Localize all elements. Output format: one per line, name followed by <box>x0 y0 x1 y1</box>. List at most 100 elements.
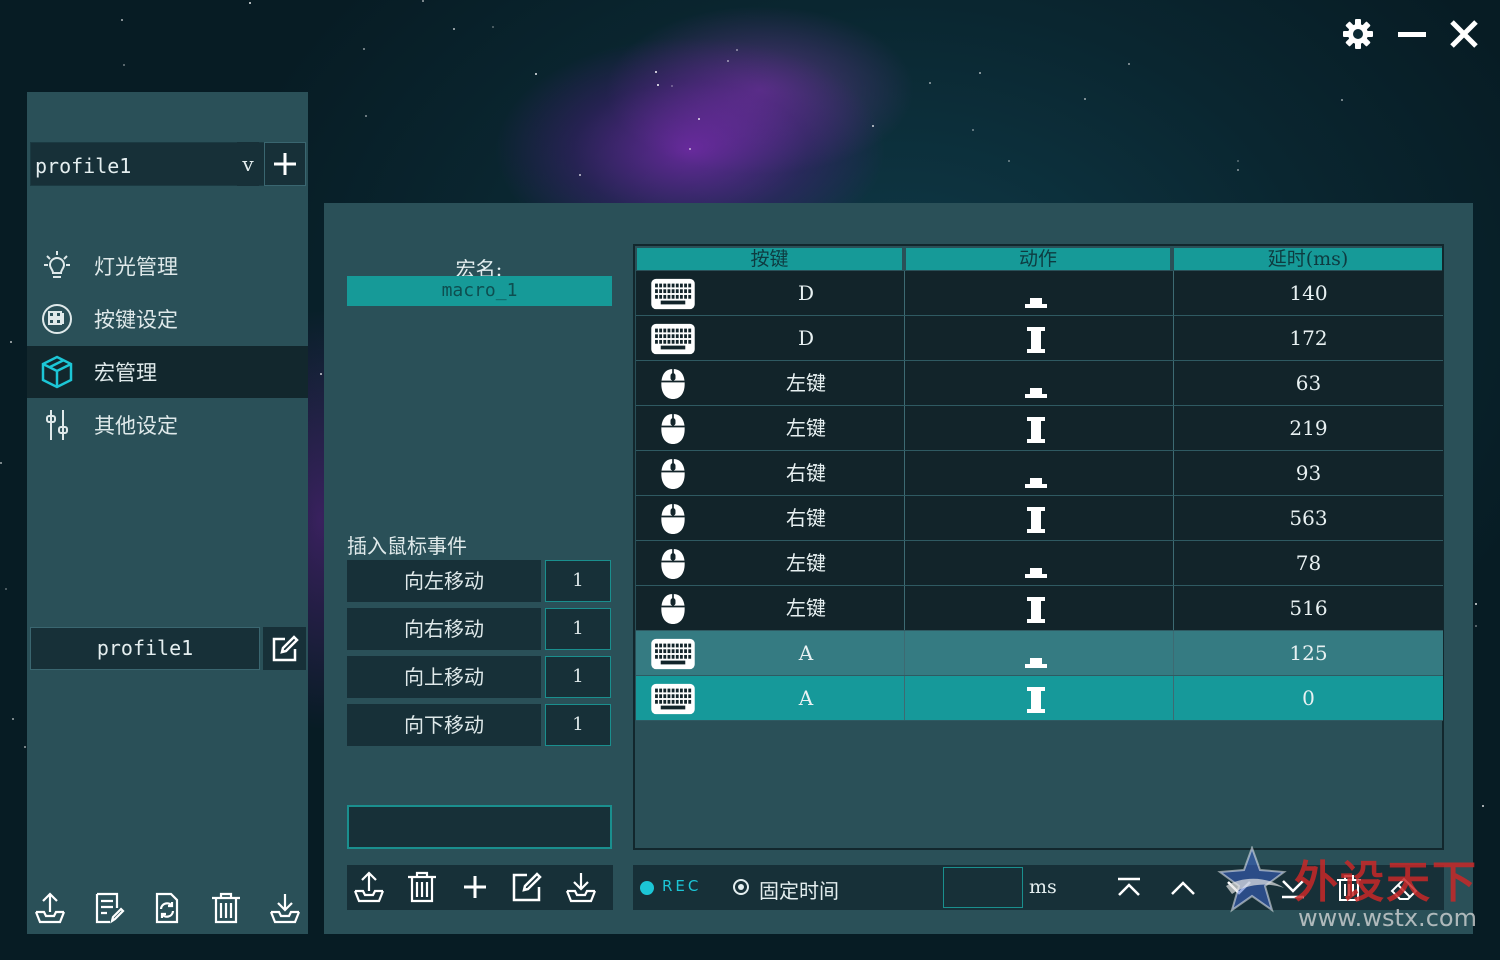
delete-row-button[interactable] <box>1330 869 1368 907</box>
mouse-icon <box>648 546 698 582</box>
table-row[interactable]: 左键 516 <box>636 586 1443 631</box>
mouse-icon <box>648 501 698 537</box>
fixed-time-radio[interactable] <box>733 879 749 895</box>
move-left-button[interactable]: 向左移动 <box>347 560 541 602</box>
row-delay[interactable]: 0 <box>1174 676 1443 721</box>
row-delay[interactable]: 78 <box>1174 541 1443 586</box>
mouse-icon <box>648 366 698 402</box>
table-row[interactable]: 右键 93 <box>636 451 1443 496</box>
key-press-icon <box>1021 638 1051 670</box>
row-key: 右键 <box>786 461 826 485</box>
nav-item-macro[interactable]: 宏管理 <box>27 346 308 398</box>
star <box>872 125 874 127</box>
profile-toolbar <box>27 882 308 934</box>
fixed-time-input[interactable] <box>943 867 1023 908</box>
star <box>1084 98 1086 100</box>
edit-icon <box>272 634 299 661</box>
minimize-button[interactable] <box>1392 14 1432 54</box>
close-button[interactable] <box>1444 14 1484 54</box>
nav-item-key-settings[interactable]: 按键设定 <box>27 293 308 345</box>
star <box>671 85 673 87</box>
double-chevron-up-icon <box>1118 877 1140 896</box>
add-profile-button[interactable] <box>264 142 306 186</box>
row-delay[interactable]: 563 <box>1174 496 1443 541</box>
refresh-document-icon <box>155 892 179 924</box>
export-profile-button[interactable] <box>30 888 70 928</box>
move-up-button[interactable]: 向上移动 <box>347 656 541 698</box>
record-indicator-icon[interactable] <box>640 881 654 895</box>
macro-text-input[interactable] <box>347 805 612 849</box>
move-down-value[interactable]: 1 <box>545 704 611 746</box>
row-delay[interactable]: 516 <box>1174 586 1443 631</box>
move-up-row-button[interactable] <box>1164 869 1202 907</box>
move-to-top-button[interactable] <box>1110 869 1148 907</box>
table-row[interactable]: D 172 <box>636 316 1443 361</box>
column-divider <box>904 496 905 541</box>
add-macro-button[interactable] <box>455 867 495 907</box>
table-row[interactable]: A0 <box>636 676 1443 721</box>
star <box>929 82 931 84</box>
rename-button[interactable] <box>88 888 128 928</box>
table-row[interactable]: D 140 <box>636 271 1443 316</box>
move-down-row-button[interactable] <box>1220 869 1258 907</box>
row-delay[interactable]: 93 <box>1174 451 1443 496</box>
move-left-value[interactable]: 1 <box>545 560 611 602</box>
import-macro-button[interactable] <box>561 867 601 907</box>
trash-icon <box>408 871 436 903</box>
column-header-key: 按键 <box>637 248 902 270</box>
edit-macro-button[interactable] <box>507 867 547 907</box>
star <box>535 73 537 75</box>
row-delay[interactable]: 125 <box>1174 631 1443 676</box>
star <box>579 174 581 176</box>
nav-label-key-settings: 按键设定 <box>94 308 178 332</box>
delete-macro-button[interactable] <box>402 867 442 907</box>
move-down-button[interactable]: 向下移动 <box>347 704 541 746</box>
key-press-icon <box>1021 548 1051 580</box>
delete-profile-button[interactable] <box>206 888 246 928</box>
row-delay[interactable]: 63 <box>1174 361 1443 406</box>
column-divider <box>904 541 905 586</box>
reset-profile-button[interactable] <box>147 888 187 928</box>
move-right-value[interactable]: 1 <box>545 608 611 650</box>
nav-item-other-settings[interactable]: 其他设定 <box>27 399 308 451</box>
table-row[interactable]: 左键 219 <box>636 406 1443 451</box>
key-release-icon <box>1021 683 1051 715</box>
mouse-icon <box>648 591 698 627</box>
nav-item-lighting[interactable]: 灯光管理 <box>27 240 308 292</box>
star <box>1008 160 1010 162</box>
rename-profile-button[interactable] <box>263 627 306 670</box>
table-row[interactable]: 左键 63 <box>636 361 1443 406</box>
column-header-delay: 延时(ms) <box>1174 248 1442 270</box>
double-chevron-down-icon <box>1282 880 1304 899</box>
row-delay[interactable]: 140 <box>1174 271 1443 316</box>
settings-button[interactable] <box>1338 14 1378 54</box>
profile-select[interactable]: profile1 <box>30 142 265 186</box>
table-row[interactable]: A 125 <box>636 631 1443 676</box>
import-profile-button[interactable] <box>265 888 305 928</box>
profile-name-field[interactable]: profile1 <box>30 627 260 670</box>
move-to-bottom-button[interactable] <box>1274 869 1312 907</box>
record-button[interactable]: REC <box>662 877 701 895</box>
column-divider <box>904 586 905 631</box>
profile-dropdown-button[interactable]: v <box>237 142 259 186</box>
sliders-icon <box>39 407 75 443</box>
move-right-button[interactable]: 向右移动 <box>347 608 541 650</box>
table-row[interactable]: 左键 78 <box>636 541 1443 586</box>
macro-name-input[interactable]: macro_1 <box>347 276 612 306</box>
row-key: D <box>797 281 815 305</box>
minimize-icon <box>1398 32 1426 37</box>
move-up-value[interactable]: 1 <box>545 656 611 698</box>
star <box>121 19 123 21</box>
import-icon <box>269 894 301 924</box>
keypad-icon <box>39 301 75 337</box>
star <box>1237 169 1239 171</box>
macro-toolbar <box>347 865 613 910</box>
table-row[interactable]: 右键 563 <box>636 496 1443 541</box>
keyboard-icon <box>648 321 698 357</box>
row-delay[interactable]: 219 <box>1174 406 1443 451</box>
row-divider <box>636 720 1443 721</box>
row-delay[interactable]: 172 <box>1174 316 1443 361</box>
column-divider <box>904 361 905 406</box>
export-macro-button[interactable] <box>349 867 389 907</box>
clear-all-button[interactable] <box>1385 869 1423 907</box>
